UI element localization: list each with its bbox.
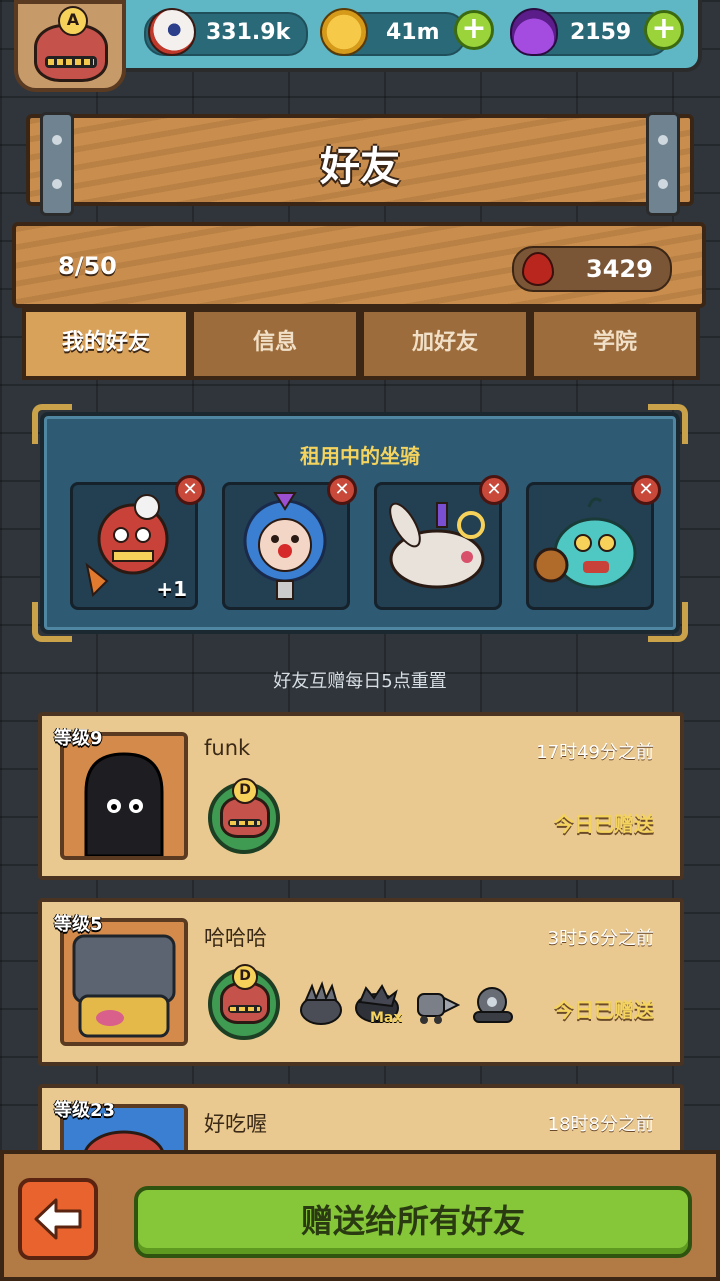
player-grade-badge: A <box>58 6 88 36</box>
rented-mount-slot[interactable]: ✕ <box>374 475 509 610</box>
heart-count: 3429 <box>586 255 653 283</box>
remove-mount-button[interactable]: ✕ <box>479 475 509 505</box>
drill-minion-icon <box>417 993 460 1024</box>
panel-corner <box>32 404 72 444</box>
panel-corner <box>648 602 688 642</box>
remove-mount-button[interactable]: ✕ <box>175 475 205 505</box>
gifted-today-status: 今日已赠送 <box>554 812 654 836</box>
back-arrow-icon <box>34 1198 82 1240</box>
summary-plank: 8/50 3429 <box>12 222 706 308</box>
page-title: 好友 <box>320 144 400 190</box>
potion-count: 2159 <box>570 20 632 45</box>
mount-grade-badge: D <box>232 964 258 990</box>
panel-corner <box>32 602 72 642</box>
tab-add-friend[interactable]: 加好友 <box>360 308 530 380</box>
friend-level: 等级23 <box>54 1100 116 1121</box>
player-avatar[interactable]: A <box>14 0 126 92</box>
eyeball-icon <box>148 8 196 56</box>
title-plank: 好友 <box>26 112 694 216</box>
friend-count: 8/50 <box>58 252 117 280</box>
friend-level: 等级5 <box>54 914 103 935</box>
send-all-friends-button[interactable]: 赠送给所有好友 <box>134 1186 692 1258</box>
add-potions-button[interactable]: + <box>644 10 684 50</box>
friend-avatar[interactable] <box>60 918 188 1046</box>
friend-last-seen: 3时56分之前 <box>547 928 654 949</box>
potion-icon <box>510 8 558 56</box>
add-coins-button[interactable]: + <box>454 10 494 50</box>
tab-academy[interactable]: 学院 <box>530 308 700 380</box>
friend-mount[interactable]: D <box>208 778 280 854</box>
tab-messages[interactable]: 信息 <box>190 308 360 380</box>
spiked-minion-icon <box>300 981 342 1025</box>
teal-monster-mount-icon <box>533 497 637 589</box>
coin-count: 41m <box>386 20 440 45</box>
rented-mount-slot[interactable]: ✕ <box>222 475 357 610</box>
black-monster-avatar-icon <box>64 736 184 856</box>
remove-mount-button[interactable]: ✕ <box>327 475 357 505</box>
friend-card[interactable]: 等级5 哈哈哈 3时56分之前 D Max 今日已赠送 <box>38 898 684 1066</box>
remove-mount-button[interactable]: ✕ <box>631 475 661 505</box>
minion-slot: Max <box>352 980 402 1028</box>
heart-currency: 3429 <box>512 246 672 292</box>
friend-card[interactable]: 等级9 funk 17时49分之前 D 今日已赠送 <box>38 712 684 880</box>
blood-drop-icon <box>522 252 554 286</box>
friend-name: funk <box>204 736 251 760</box>
gifted-today-status: 今日已赠送 <box>554 998 654 1022</box>
rented-mounts-title: 租用中的坐骑 <box>300 444 420 468</box>
daily-reset-note: 好友互赠每日5点重置 <box>273 671 447 692</box>
friend-avatar[interactable] <box>60 732 188 860</box>
friend-last-seen: 17时49分之前 <box>536 742 654 763</box>
mount-extra-count: +1 <box>156 577 187 601</box>
rented-mount-slot[interactable]: ✕ <box>526 475 661 610</box>
eyeball-count: 331.9k <box>206 20 291 45</box>
rabbit-mount-icon <box>389 502 485 589</box>
friend-name: 好吃喔 <box>204 1112 267 1136</box>
resource-bar: 331.9k 41m + 2159 + <box>110 0 702 72</box>
coin-icon <box>320 8 368 56</box>
minion-max-label: Max <box>370 1010 403 1026</box>
tab-my-friends[interactable]: 我的好友 <box>22 308 190 380</box>
tank-minion-icon <box>473 987 513 1023</box>
mount-grade-badge: D <box>232 778 258 804</box>
rented-mounts-panel: 租用中的坐骑 +1 ✕ ✕ ✕ ✕ <box>32 404 688 642</box>
panel-corner <box>648 404 688 444</box>
friend-mount[interactable]: D <box>208 964 280 1040</box>
friend-last-seen: 18时8分之前 <box>547 1114 654 1135</box>
friend-name: 哈哈哈 <box>204 926 267 950</box>
rented-mount-slot[interactable]: +1 ✕ <box>70 475 205 610</box>
clown-mount-icon <box>243 492 327 600</box>
rock-monster-avatar-icon <box>64 922 184 1042</box>
friend-level: 等级9 <box>54 728 103 749</box>
back-button[interactable] <box>18 1178 98 1260</box>
